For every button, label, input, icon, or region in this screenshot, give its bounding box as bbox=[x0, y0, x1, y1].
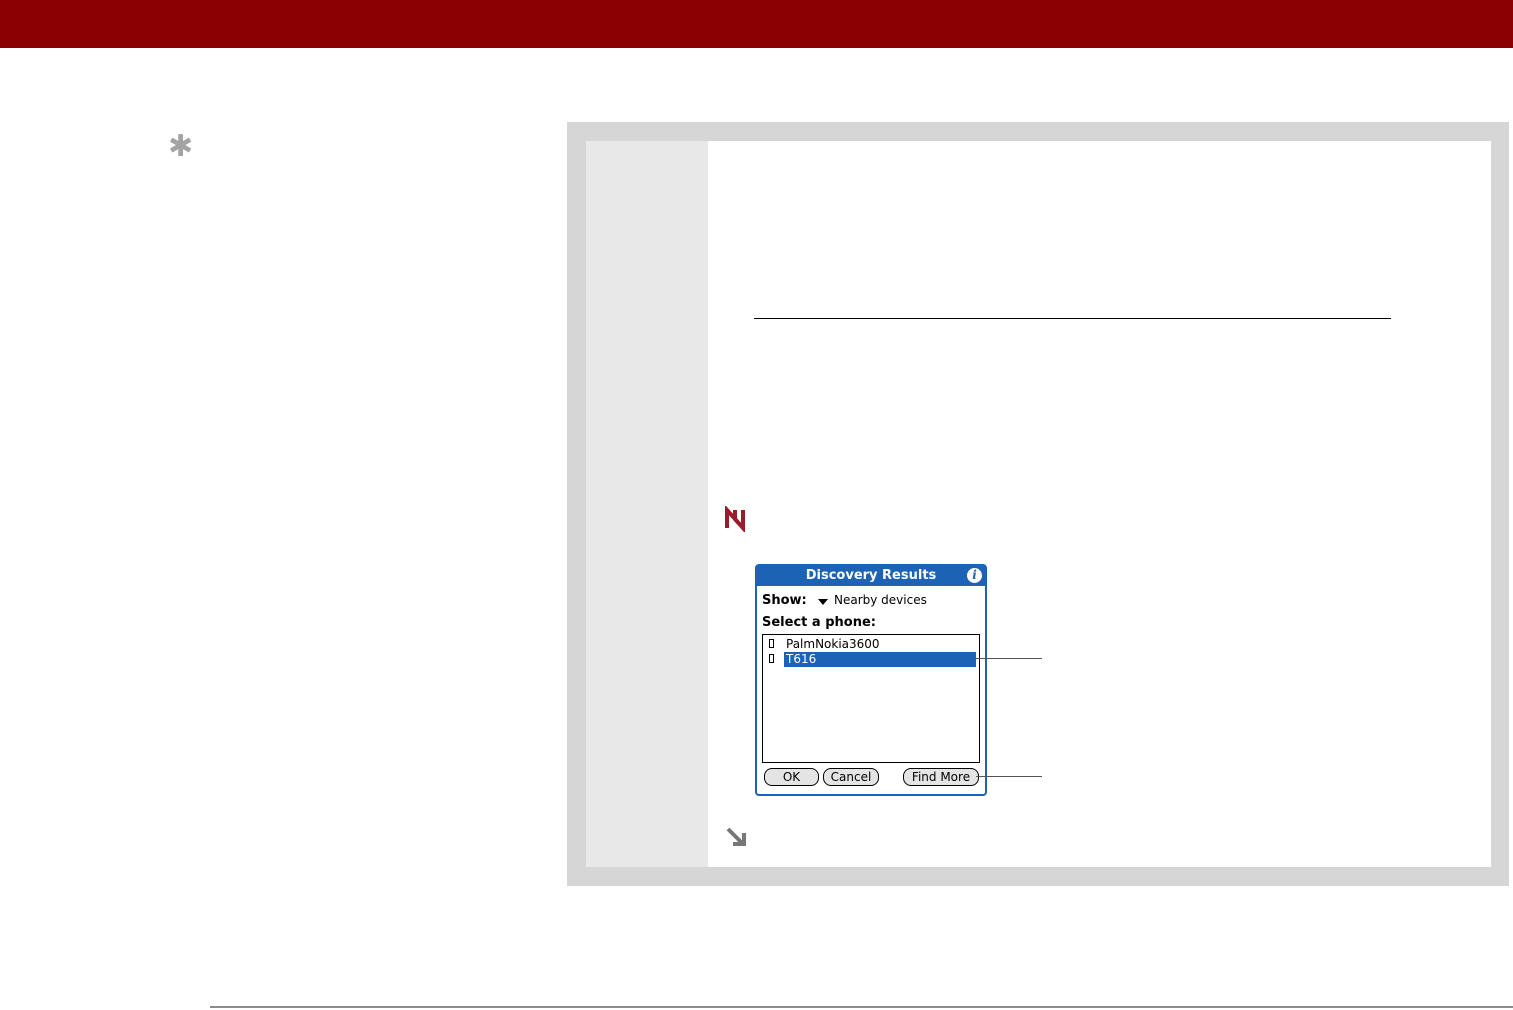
list-item-label: T616 bbox=[784, 652, 976, 667]
step-number-column bbox=[586, 141, 708, 867]
show-selector[interactable]: Nearby devices bbox=[834, 593, 927, 607]
show-label: Show: bbox=[762, 593, 807, 608]
find-more-button[interactable]: Find More bbox=[903, 768, 979, 786]
section-divider bbox=[754, 318, 1391, 319]
ok-button[interactable]: OK bbox=[764, 768, 819, 786]
header-bar bbox=[0, 0, 1513, 48]
phone-list[interactable]: PalmNokia3600 T616 bbox=[762, 634, 980, 763]
dropdown-arrow-icon[interactable] bbox=[818, 599, 828, 605]
list-item-selected[interactable]: T616 bbox=[766, 652, 976, 667]
callout-line-find-more bbox=[976, 776, 1042, 777]
callout-line-list bbox=[974, 658, 1042, 659]
continued-arrow-icon bbox=[726, 827, 746, 846]
cancel-button[interactable]: Cancel bbox=[823, 768, 879, 786]
step-panel bbox=[567, 122, 1509, 886]
list-item[interactable]: PalmNokia3600 bbox=[766, 637, 976, 652]
list-item-label: PalmNokia3600 bbox=[786, 637, 880, 651]
select-phone-label: Select a phone: bbox=[762, 615, 876, 630]
phone-icon bbox=[769, 639, 774, 648]
screen-title: Discovery Results bbox=[757, 566, 985, 586]
info-icon[interactable]: i bbox=[967, 568, 982, 583]
asterisk-icon: ✱ bbox=[168, 129, 194, 164]
discovery-results-screen: Discovery Results i Show: Nearby devices… bbox=[755, 564, 987, 796]
phone-icon bbox=[769, 654, 774, 663]
steps-icon bbox=[725, 506, 745, 532]
footer-rule bbox=[210, 1006, 1513, 1008]
